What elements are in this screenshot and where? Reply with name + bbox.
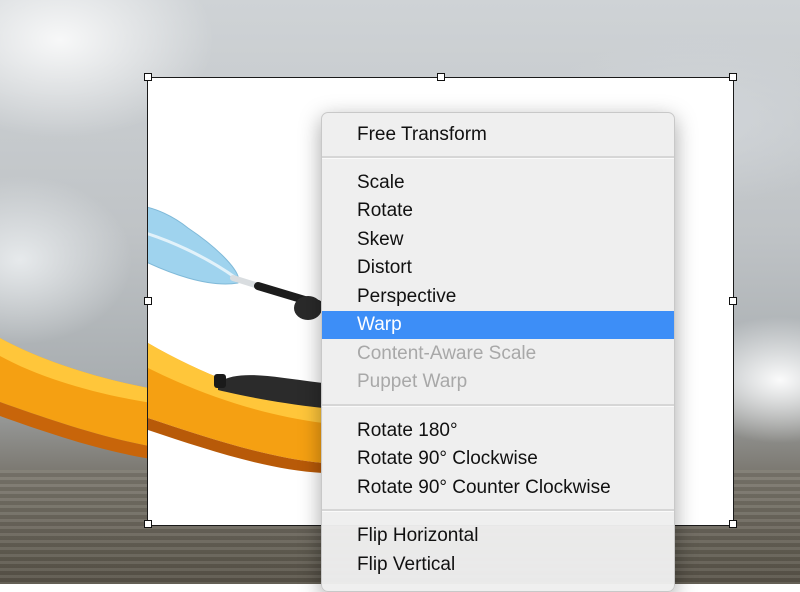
kayak-bow [0, 338, 160, 460]
transform-context-menu: Free Transform Scale Rotate Skew Distort… [321, 112, 675, 592]
menu-item-content-aware-scale: Content-Aware Scale [357, 343, 537, 364]
transform-handle-top-right[interactable] [729, 73, 737, 81]
menu-item-skew[interactable]: Skew [322, 226, 674, 254]
transform-handle-bottom-right[interactable] [729, 520, 737, 528]
menu-item-scale[interactable]: Scale [322, 169, 674, 197]
menu-separator [322, 509, 674, 512]
menu-item-flip-vertical[interactable]: Flip Vertical [322, 551, 674, 579]
menu-item-perspective[interactable]: Perspective [322, 283, 674, 311]
transform-handle-middle-right[interactable] [729, 297, 737, 305]
transform-handle-middle-left[interactable] [144, 297, 152, 305]
menu-separator [322, 156, 674, 159]
transform-handle-top-left[interactable] [144, 73, 152, 81]
menu-item-rotate[interactable]: Rotate [322, 197, 674, 225]
menu-item-distort[interactable]: Distort [322, 254, 674, 282]
menu-separator [322, 404, 674, 407]
transform-handle-top-center[interactable] [437, 73, 445, 81]
transform-handle-bottom-left[interactable] [144, 520, 152, 528]
menu-item-warp[interactable]: Warp [322, 311, 674, 339]
menu-item-free-transform[interactable]: Free Transform [322, 121, 674, 149]
menu-item-rotate-90-cw[interactable]: Rotate 90° Clockwise [322, 445, 674, 473]
menu-item-puppet-warp: Puppet Warp [357, 371, 468, 392]
menu-item-rotate-90-ccw[interactable]: Rotate 90° Counter Clockwise [322, 474, 674, 502]
menu-item-rotate-180[interactable]: Rotate 180° [322, 417, 674, 445]
menu-item-flip-horizontal[interactable]: Flip Horizontal [322, 522, 674, 550]
